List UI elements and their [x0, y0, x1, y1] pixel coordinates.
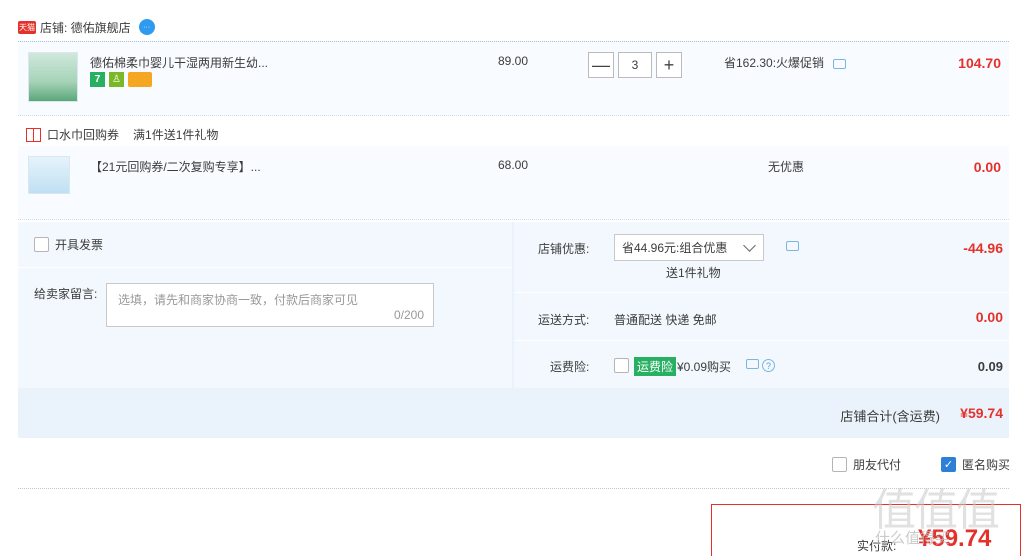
- note-label: 给卖家留言:: [34, 287, 98, 301]
- shipping-amount: 0.00: [975, 309, 1003, 325]
- tmall-badge: 天猫: [18, 20, 36, 34]
- divider: [18, 488, 1009, 489]
- insurance-badge: 运费险: [634, 357, 677, 376]
- product-thumbnail[interactable]: [28, 156, 70, 194]
- qty-plus-button[interactable]: +: [656, 52, 682, 78]
- insurance-price: ¥0.09购买: [677, 360, 732, 374]
- gift-name: 口水巾回购券: [47, 128, 120, 142]
- note-char-count: 0/200: [393, 308, 424, 322]
- anonymous-checkbox[interactable]: ✓: [941, 457, 956, 472]
- shipping-value: 普通配送 快递 免邮: [614, 313, 717, 327]
- item-subtotal: 104.70: [958, 55, 1001, 71]
- order-options-panel: 开具发票 给卖家留言: 选填，请先和商家协商一致，付款后商家可见 0/200 店…: [18, 222, 1009, 438]
- note-placeholder: 选填，请先和商家协商一致，付款后商家可见: [118, 293, 359, 307]
- quantity-stepper: — 3 +: [588, 52, 682, 78]
- right-options: 店铺优惠: 省44.96元:组合优惠 送1件礼物 -44.96 运送方式: 普通…: [514, 222, 1009, 388]
- store-total-row: 店铺合计(含运费) ¥59.74: [18, 388, 1009, 438]
- discount-label: 省162.30:火爆促销: [724, 56, 825, 70]
- card-payment-icon: [128, 72, 152, 87]
- guarantee-icon: ♙: [109, 72, 124, 87]
- gift-icon: [26, 127, 41, 142]
- gift-condition: 满1件送1件礼物: [133, 128, 219, 142]
- qty-input[interactable]: 3: [618, 52, 652, 78]
- qty-minus-button[interactable]: —: [588, 52, 614, 78]
- product-title[interactable]: 德佑棉柔巾婴儿干湿两用新生幼...: [90, 54, 268, 71]
- help-icon[interactable]: ?: [762, 359, 775, 372]
- store-total-value: ¥59.74: [960, 405, 1003, 421]
- unit-price: 89.00: [498, 54, 529, 68]
- shipping-row: 运送方式: 普通配送 快递 免邮 0.00: [514, 293, 1009, 341]
- invoice-checkbox[interactable]: [34, 237, 49, 252]
- chat-icon[interactable]: ···: [138, 19, 155, 35]
- item-subtotal: 0.00: [973, 159, 1001, 175]
- store-header: 天猫 店铺: 德佑旗舰店 ···: [18, 14, 155, 40]
- insurance-amount: 0.09: [977, 359, 1003, 374]
- insurance-label: 运费险:: [550, 360, 590, 374]
- chevron-down-icon: [743, 239, 756, 252]
- message-icon[interactable]: [833, 58, 847, 69]
- promo-icons: 7 ♙: [90, 72, 152, 87]
- friend-pay-checkbox[interactable]: [832, 457, 847, 472]
- invoice-label: 开具发票: [55, 238, 104, 252]
- store-name[interactable]: 店铺: 德佑旗舰店: [40, 19, 131, 36]
- gift-header: 口水巾回购券 满1件送1件礼物: [26, 126, 218, 143]
- store-discount-amount: -44.96: [963, 240, 1003, 256]
- gift-note: 送1件礼物: [666, 266, 721, 280]
- friend-pay-label: 朋友代付: [853, 458, 902, 472]
- item-discount: 省162.30:火爆促销: [724, 54, 847, 71]
- store-total-label: 店铺合计(含运费): [840, 409, 940, 424]
- insurance-checkbox[interactable]: [614, 358, 629, 373]
- store-discount-select[interactable]: 省44.96元:组合优惠: [614, 234, 764, 261]
- cart-item: 【21元回购券/二次复购专享】... 68.00 无优惠 0.00: [18, 146, 1009, 220]
- seven-day-return-icon: 7: [90, 72, 105, 87]
- store-discount-value: 省44.96元:组合优惠: [622, 241, 728, 255]
- store-discount-row: 店铺优惠: 省44.96元:组合优惠 送1件礼物 -44.96: [514, 222, 1009, 293]
- anonymous-option[interactable]: ✓ 匿名购买: [941, 456, 1010, 473]
- shipping-label: 运送方式:: [538, 313, 590, 327]
- invoice-option[interactable]: 开具发票: [34, 236, 103, 253]
- watermark-site: 什么值得买: [875, 529, 951, 547]
- product-title[interactable]: 【21元回购券/二次复购专享】...: [90, 158, 261, 175]
- left-options: 开具发票 给卖家留言: 选填，请先和商家协商一致，付款后商家可见 0/200: [18, 222, 512, 388]
- store-discount-label: 店铺优惠:: [538, 242, 590, 256]
- friend-pay-option[interactable]: 朋友代付: [832, 456, 901, 473]
- message-icon[interactable]: [746, 359, 759, 369]
- anonymous-label: 匿名购买: [962, 458, 1011, 472]
- unit-price: 68.00: [498, 158, 529, 172]
- seller-note-input[interactable]: 选填，请先和商家协商一致，付款后商家可见 0/200: [106, 283, 434, 327]
- divider: [18, 267, 512, 268]
- message-icon[interactable]: [786, 241, 799, 251]
- item-discount: 无优惠: [768, 160, 805, 174]
- insurance-icons: ?: [746, 359, 775, 372]
- cart-item: 德佑棉柔巾婴儿干湿两用新生幼... 7 ♙ 89.00 — 3 + 省162.3…: [18, 41, 1009, 116]
- product-thumbnail[interactable]: [28, 52, 78, 102]
- insurance-row: 运费险: 运费险 ¥0.09购买 ? 0.09: [514, 341, 1009, 388]
